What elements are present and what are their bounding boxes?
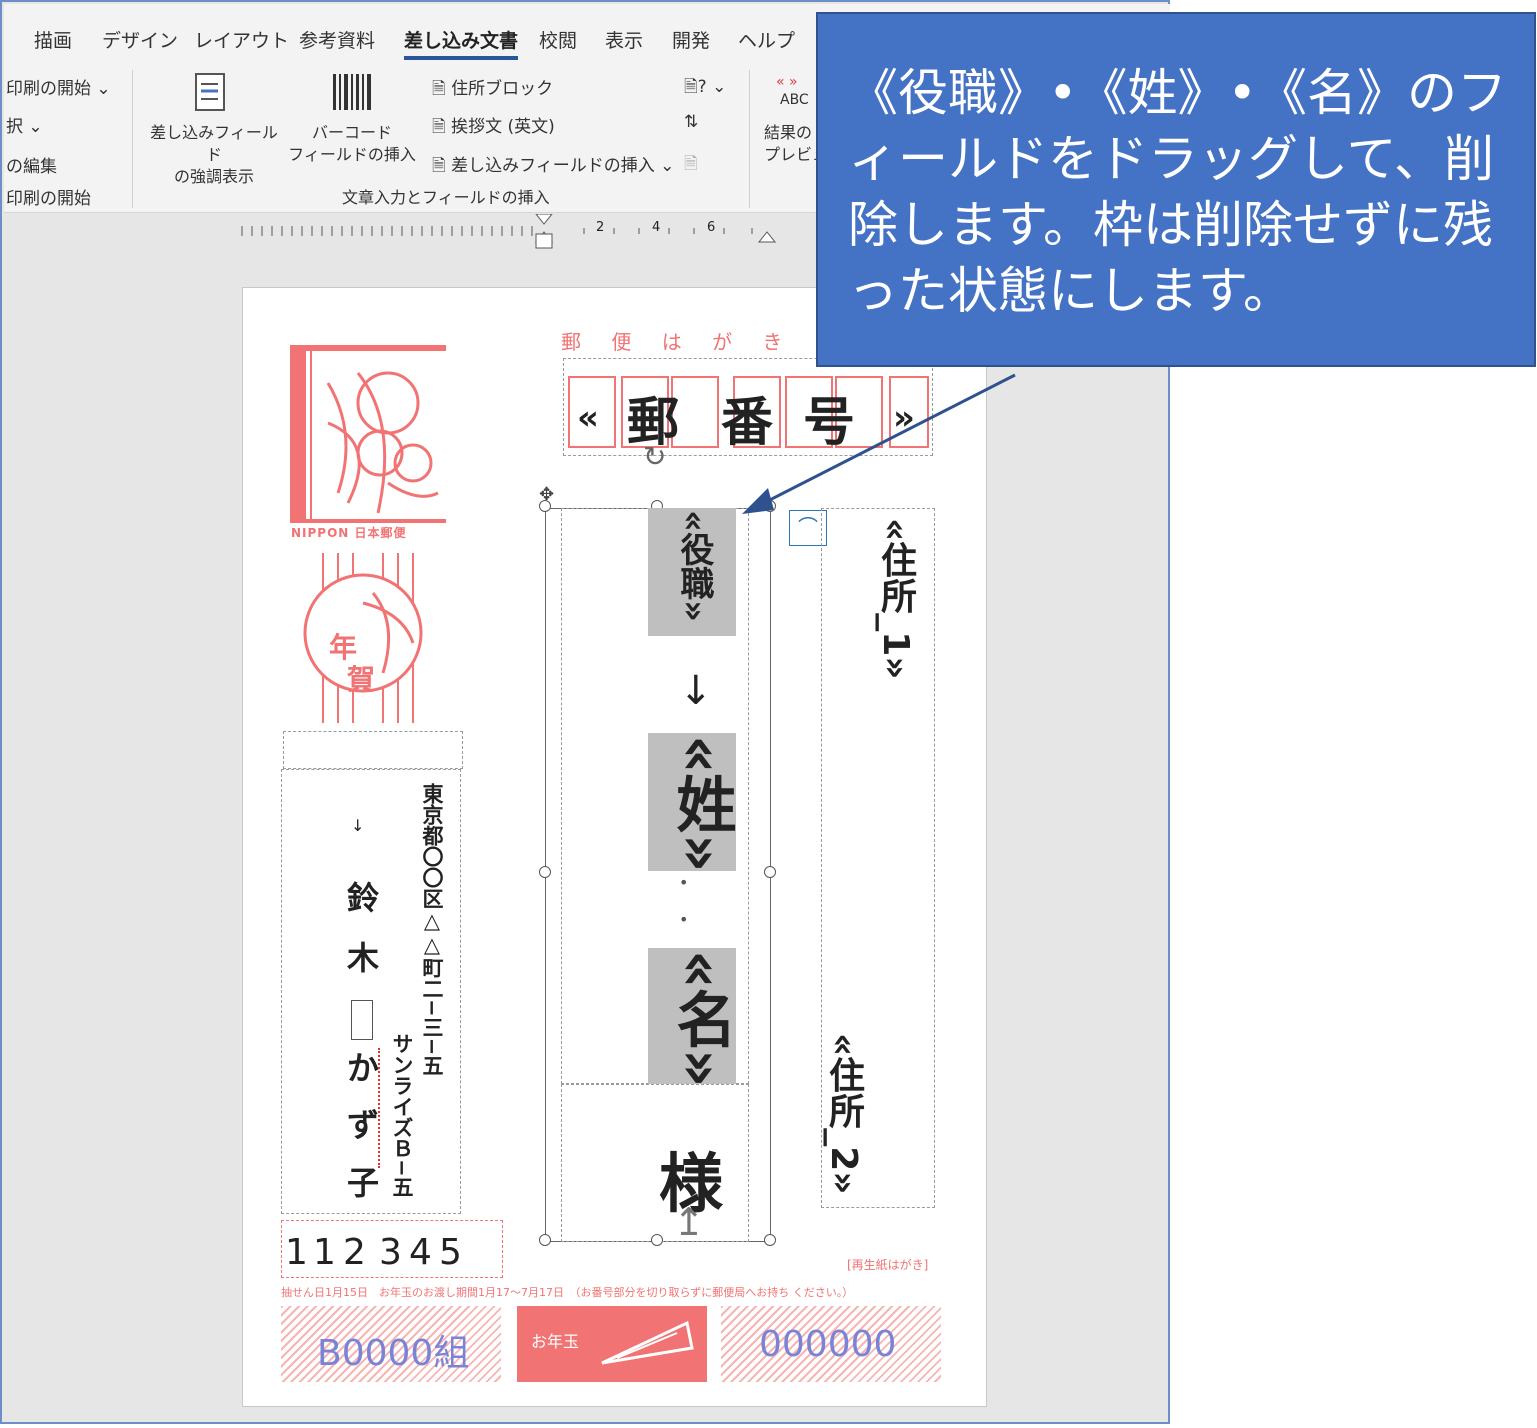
callout-text: 《役職》•《姓》•《名》のフィールドをドラッグして、削除します。枠は削除せずに残… (848, 64, 1507, 320)
instruction-callout: 《役職》•《姓》•《名》のフィールドをドラッグして、削除します。枠は削除せずに残… (816, 12, 1536, 367)
